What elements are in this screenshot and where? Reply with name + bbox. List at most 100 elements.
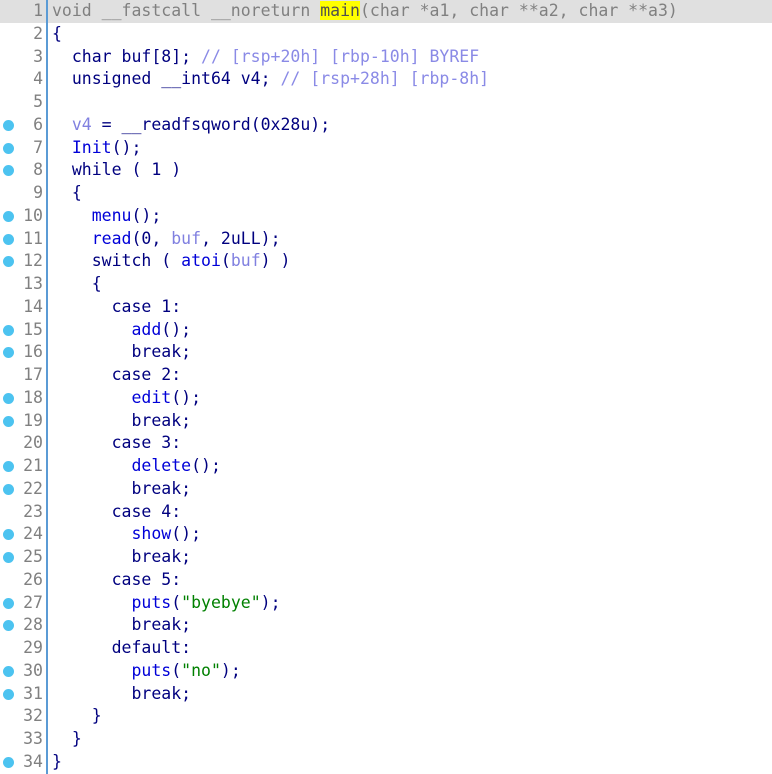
code-text[interactable]: add(); <box>52 319 191 342</box>
code-text[interactable]: show(); <box>52 523 201 546</box>
code-text[interactable]: unsigned __int64 v4; // [rsp+28h] [rbp-8… <box>52 68 489 91</box>
code-line[interactable]: 26 case 5: <box>0 569 772 592</box>
code-line[interactable]: 13 { <box>0 273 772 296</box>
code-line[interactable]: 4 unsigned __int64 v4; // [rsp+28h] [rbp… <box>0 68 772 91</box>
code-text[interactable]: default: <box>52 637 191 660</box>
code-text[interactable]: puts("byebye"); <box>52 592 280 615</box>
code-text[interactable]: { <box>52 273 102 296</box>
line-number: 14 <box>23 296 43 316</box>
line-number: 8 <box>33 160 43 180</box>
code-line[interactable]: 32 } <box>0 705 772 728</box>
line-number: 2 <box>33 23 43 43</box>
code-line[interactable]: 8 while ( 1 ) <box>0 159 772 182</box>
code-token: } <box>52 729 82 748</box>
code-token: break; <box>52 615 192 635</box>
code-text[interactable]: break; <box>52 410 191 433</box>
code-token: buf <box>171 228 202 248</box>
code-line[interactable]: 14 case 1: <box>0 296 772 319</box>
code-line[interactable]: 20 case 3: <box>0 432 772 455</box>
code-line[interactable]: 30 puts("no"); <box>0 660 772 683</box>
code-token: break; <box>52 683 192 703</box>
code-line[interactable]: 31 break; <box>0 683 772 706</box>
code-text[interactable]: void __fastcall __noreturn main(char *a1… <box>52 0 678 23</box>
line-number: 26 <box>23 569 43 589</box>
code-text[interactable]: case 4: <box>52 501 182 524</box>
code-line[interactable]: 9 { <box>0 182 772 205</box>
code-token: read <box>91 228 132 248</box>
code-line[interactable]: 24 show(); <box>0 523 772 546</box>
code-line[interactable]: 18 edit(); <box>0 387 772 410</box>
code-line[interactable]: 16 break; <box>0 341 772 364</box>
code-text[interactable]: char buf[8]; // [rsp+20h] [rbp-10h] BYRE… <box>52 46 479 69</box>
line-number: 30 <box>23 660 43 680</box>
pseudocode-view[interactable]: 1 void __fastcall __noreturn main(char *a… <box>0 0 772 774</box>
code-text[interactable]: break; <box>52 546 191 569</box>
code-token: case 1: <box>52 296 182 316</box>
code-text[interactable]: { <box>52 23 62 46</box>
code-line[interactable]: 1 void __fastcall __noreturn main(char *a… <box>0 0 772 23</box>
code-token: break; <box>52 547 192 566</box>
code-text[interactable]: menu(); <box>52 205 162 228</box>
code-text[interactable]: } <box>52 728 82 751</box>
code-line[interactable]: 15 add(); <box>0 319 772 342</box>
code-line[interactable]: 19 break; <box>0 410 772 433</box>
line-number-separator <box>46 0 48 774</box>
code-text[interactable]: read(0, buf, 2uLL); <box>52 228 281 251</box>
code-token: (); <box>161 319 192 339</box>
code-text[interactable]: break; <box>52 478 191 501</box>
code-text[interactable]: case 5: <box>52 569 182 592</box>
code-line[interactable]: 17 case 2: <box>0 364 772 387</box>
line-number: 15 <box>23 319 43 339</box>
code-text[interactable]: v4 = __readfsqword(0x28u); <box>52 114 330 137</box>
code-line-list[interactable]: 1 void __fastcall __noreturn main(char *a… <box>0 0 772 774</box>
code-text[interactable]: switch ( atoi(buf) ) <box>52 250 291 273</box>
code-text[interactable]: } <box>52 705 102 728</box>
code-text[interactable]: Init(); <box>52 137 142 160</box>
code-line[interactable]: 23 case 4: <box>0 501 772 524</box>
code-text[interactable]: break; <box>52 683 191 706</box>
code-text[interactable]: while ( 1 ) <box>52 159 181 182</box>
line-number: 7 <box>33 137 43 157</box>
line-number: 17 <box>23 365 43 384</box>
code-line[interactable]: 3 char buf[8]; // [rsp+20h] [rbp-10h] BY… <box>0 46 772 69</box>
code-token: case 4: <box>52 501 182 521</box>
code-line[interactable]: 2{ <box>0 23 772 46</box>
code-line[interactable]: 10 menu(); <box>0 205 772 228</box>
code-text[interactable]: puts("no"); <box>52 660 240 683</box>
code-line[interactable]: 12 switch ( atoi(buf) ) <box>0 250 772 273</box>
code-token: ( <box>220 251 231 271</box>
code-token: puts <box>131 660 172 680</box>
code-text[interactable]: break; <box>52 614 191 637</box>
code-line[interactable]: 11 read(0, buf, 2uLL); <box>0 228 772 251</box>
code-token: ( <box>171 660 182 680</box>
code-text[interactable]: { <box>52 182 82 205</box>
code-line[interactable]: 27 puts("byebye"); <box>0 592 772 615</box>
line-number: 28 <box>23 615 43 635</box>
code-line[interactable]: 33 } <box>0 728 772 751</box>
code-line[interactable]: 25 break; <box>0 546 772 569</box>
code-line[interactable]: 6 v4 = __readfsqword(0x28u); <box>0 114 772 137</box>
code-line[interactable]: 5 <box>0 91 772 114</box>
code-text[interactable]: case 2: <box>52 364 182 387</box>
code-line[interactable]: 7 Init(); <box>0 137 772 160</box>
line-number: 16 <box>23 342 43 362</box>
code-text[interactable]: } <box>52 751 62 774</box>
code-text[interactable]: edit(); <box>52 387 201 410</box>
code-line[interactable]: 28 break; <box>0 614 772 637</box>
code-line[interactable]: 21 delete(); <box>0 455 772 478</box>
code-token: unsigned __int64 v4; <box>52 69 281 89</box>
code-line[interactable]: 29 default: <box>0 637 772 660</box>
code-text[interactable]: break; <box>52 341 191 364</box>
code-text[interactable]: case 1: <box>52 296 182 319</box>
code-line[interactable]: 34} <box>0 751 772 774</box>
code-line[interactable]: 22 break; <box>0 478 772 501</box>
code-text[interactable]: delete(); <box>52 455 220 478</box>
code-text[interactable]: case 3: <box>52 432 182 455</box>
code-token: // [rsp+20h] [rbp-10h] BYREF <box>201 46 480 66</box>
